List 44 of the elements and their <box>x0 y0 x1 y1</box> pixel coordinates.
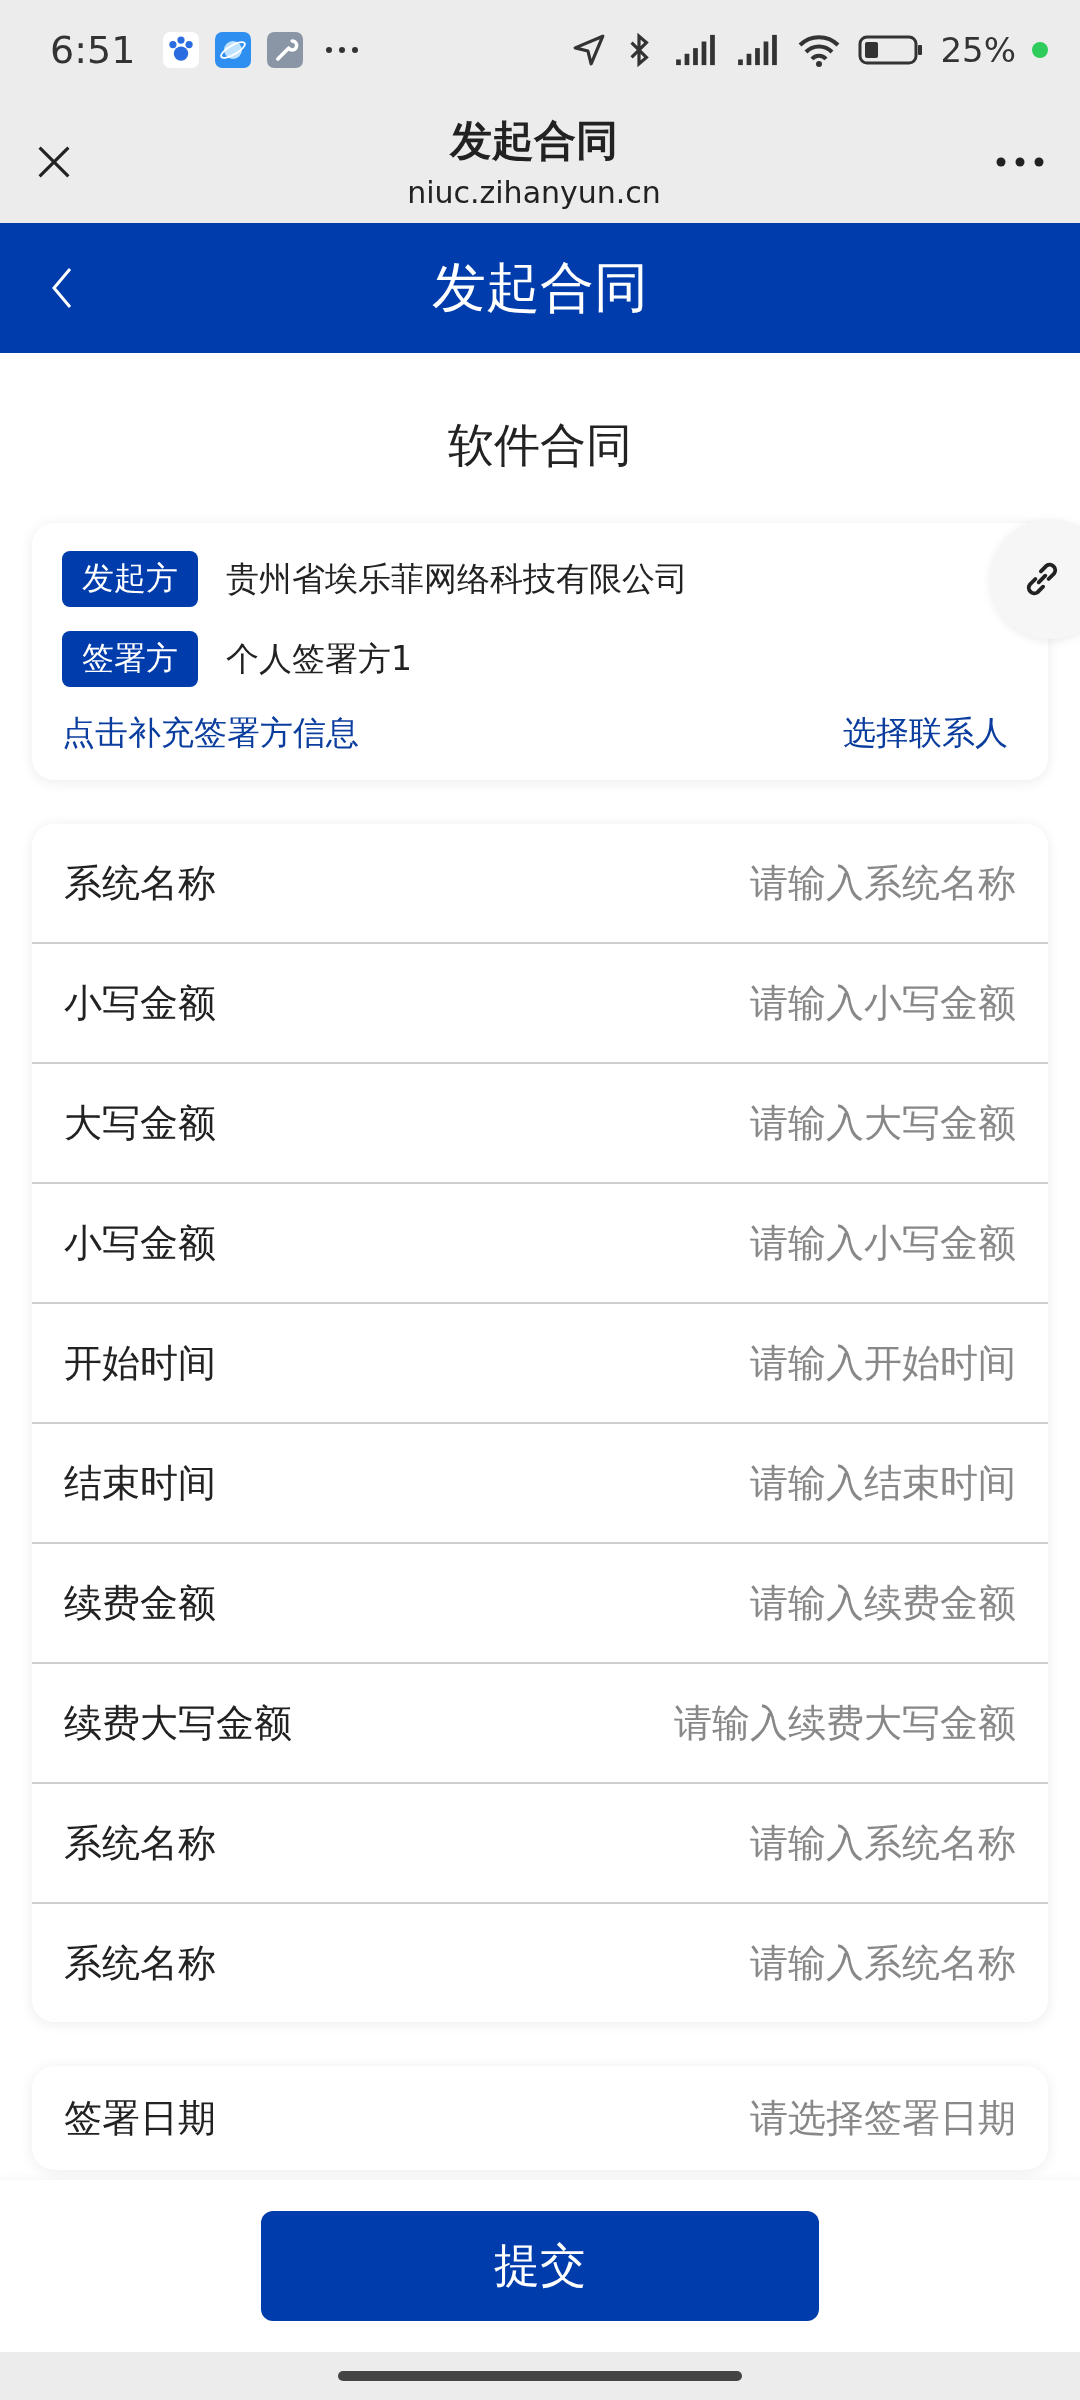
field-label: 签署日期 <box>64 2094 216 2142</box>
submit-button[interactable]: 提交 <box>261 2211 819 2321</box>
party-name: 个人签署方1 <box>226 637 412 680</box>
paw-app-icon <box>163 32 200 68</box>
input-field[interactable]: 请输入系统名称 <box>216 861 1016 905</box>
field-label: 系统名称 <box>64 859 216 907</box>
select-contact-link[interactable]: 选择联系人 <box>843 711 1008 756</box>
battery-icon <box>858 34 925 66</box>
field-label: 小写金额 <box>64 1219 216 1267</box>
back-icon[interactable] <box>50 266 74 310</box>
input-field[interactable]: 请输入结束时间 <box>216 1461 1016 1505</box>
supplement-signer-link[interactable]: 点击补充签署方信息 <box>62 711 359 756</box>
input-field[interactable]: 请输入开始时间 <box>216 1341 1016 1385</box>
header-title: 发起合同 <box>431 254 649 321</box>
page-url: niuc.zihanyun.cn <box>407 175 661 210</box>
status-dot <box>1032 42 1048 58</box>
input-field[interactable]: 请输入系统名称 <box>216 1941 1016 1985</box>
input-field[interactable]: 请输入小写金额 <box>216 1221 1016 1265</box>
contract-title: 软件合同 <box>447 417 633 474</box>
party-role-tag: 发起方 <box>62 551 198 607</box>
input-field[interactable]: 请输入续费大写金额 <box>292 1701 1016 1745</box>
more-options-icon[interactable] <box>996 156 1044 167</box>
field-label: 续费大写金额 <box>64 1699 292 1747</box>
battery-percentage: 25% <box>940 30 1016 70</box>
party-role-tag: 签署方 <box>62 631 198 687</box>
field-label: 大写金额 <box>64 1099 216 1147</box>
field-label: 小写金额 <box>64 979 216 1027</box>
input-field[interactable]: 请输入大写金额 <box>216 1101 1016 1145</box>
field-label: 续费金额 <box>64 1579 216 1627</box>
input-field[interactable]: 请输入系统名称 <box>216 1821 1016 1865</box>
page-title: 发起合同 <box>450 115 618 167</box>
field-label: 系统名称 <box>64 1819 216 1867</box>
input-field[interactable]: 请输入小写金额 <box>216 981 1016 1025</box>
field-label: 结束时间 <box>64 1459 216 1507</box>
more-notifications-icon <box>325 46 360 54</box>
field-label: 系统名称 <box>64 1939 216 1987</box>
date-picker-field[interactable]: 请选择签署日期 <box>216 2096 1016 2140</box>
input-field[interactable]: 请输入续费金额 <box>216 1581 1016 1625</box>
planet-app-icon <box>215 32 252 68</box>
party-name: 贵州省埃乐菲网络科技有限公司 <box>226 557 688 600</box>
clock: 6:51 <box>50 28 136 72</box>
field-label: 开始时间 <box>64 1339 216 1387</box>
location-arrow-icon <box>572 33 607 67</box>
wrench-app-icon <box>267 32 304 68</box>
